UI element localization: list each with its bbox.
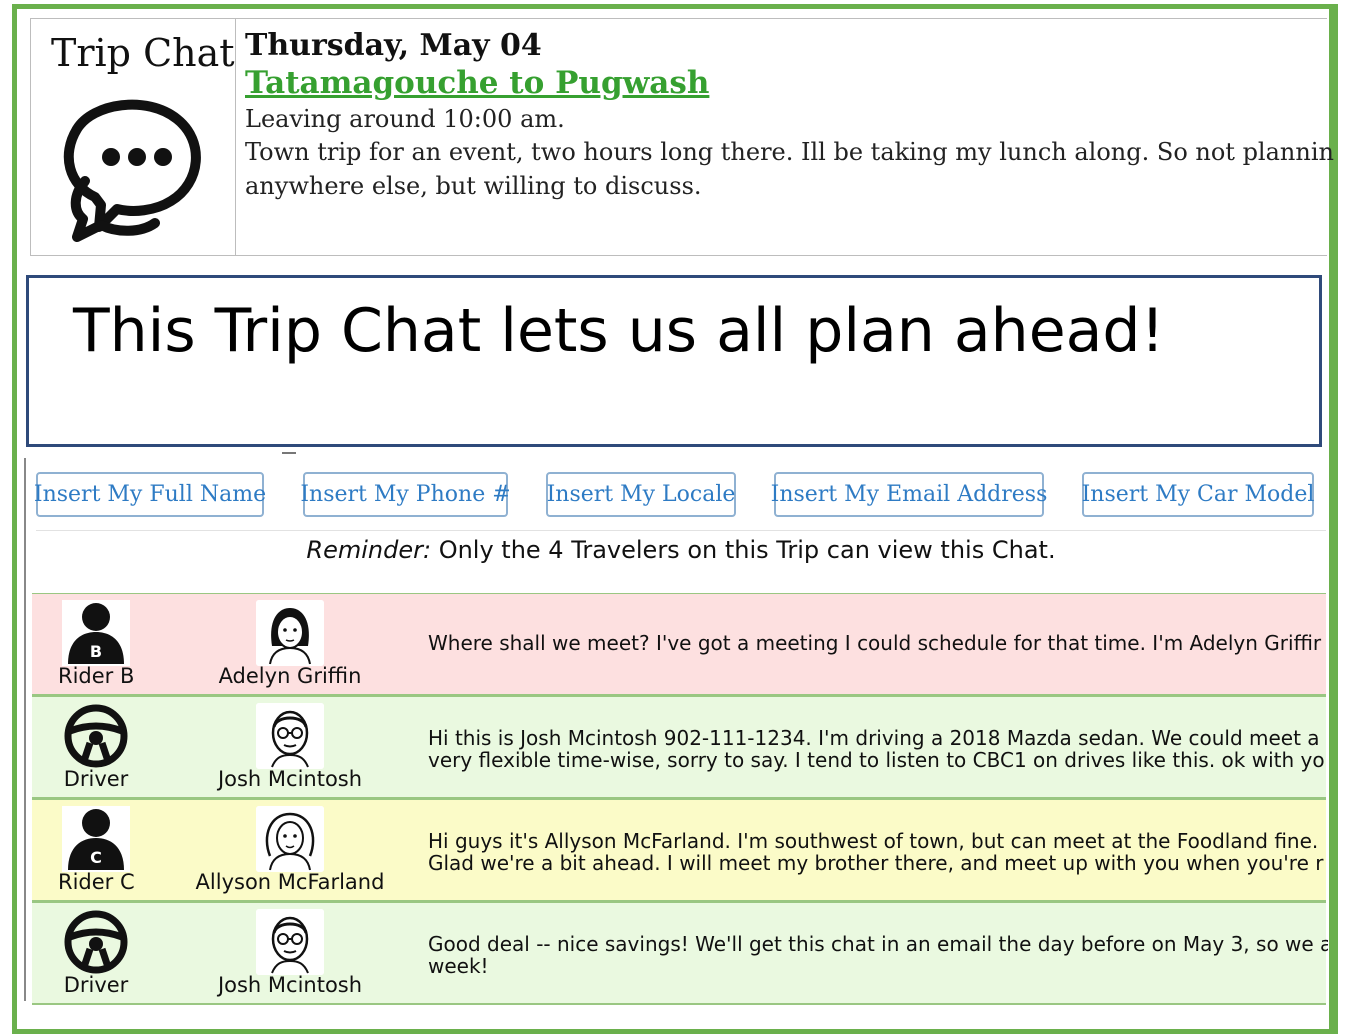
insert-phone-button[interactable]: Insert My Phone # [300, 472, 511, 517]
woman-avatar-icon [256, 600, 324, 666]
trip-header: Trip Chat Thursday, May 04 Tatamagouche … [30, 18, 1334, 256]
trip-description-line-1: Town trip for an event, two hours long t… [245, 138, 1334, 166]
insert-full-name-button[interactable]: Insert My Full Name [34, 472, 266, 517]
chat-message-list: B Rider B Adelyn Griffin Where shall we … [32, 593, 1328, 1013]
insert-car-model-button[interactable]: Insert My Car Model [1082, 472, 1314, 517]
rider-b-icon: B [62, 600, 130, 666]
trip-info: Thursday, May 04 Tatamagouche to Pugwash… [245, 27, 1334, 203]
trip-leaving-time: Leaving around 10:00 am. [245, 105, 565, 133]
insert-email-button[interactable]: Insert My Email Address [771, 472, 1047, 517]
user-name: Josh Mcintosh [217, 973, 363, 997]
message-text-line-1: Where shall we meet? I've got a meeting … [428, 632, 1322, 655]
message-text-line-2: Glad we're a bit ahead. I will meet my b… [428, 852, 1324, 875]
svg-text:B: B [90, 642, 102, 661]
message-text-line-1: Hi guys it's Allyson McFarland. I'm sout… [428, 830, 1319, 853]
reminder-prefix: Reminder: [306, 536, 432, 564]
message-text-line-1: Hi this is Josh Mcintosh 902-111-1234. I… [428, 727, 1320, 750]
chat-message-row: C Rider C Allyson McFarland Hi guys it's… [32, 799, 1326, 902]
chat-message-row: Driver Josh Mcintosh Good deal -- nice s… [32, 902, 1328, 1005]
insert-locale-button[interactable]: Insert My Locale [546, 472, 736, 517]
role-label: Rider C [58, 870, 135, 894]
chat-message-row: B Rider B Adelyn Griffin Where shall we … [32, 593, 1326, 696]
logo-cell: Trip Chat [31, 19, 236, 255]
user-name: Josh Mcintosh [217, 767, 363, 791]
trip-description-line-2: anywhere else, but willing to discuss. [245, 172, 702, 200]
man-glasses-avatar-icon [256, 703, 324, 769]
message-text-line-2: week! [428, 955, 489, 978]
steering-wheel-icon [64, 704, 128, 768]
left-divider [24, 458, 26, 1001]
trip-route-link[interactable]: Tatamagouche to Pugwash [245, 65, 1325, 101]
banner-text: This Trip Chat lets us all plan ahead! [73, 296, 1165, 366]
trip-date: Thursday, May 04 [245, 28, 542, 63]
user-name: Adelyn Griffin [218, 664, 362, 688]
reminder-notice: Reminder: Only the 4 Travelers on this T… [36, 530, 1326, 589]
app-title: Trip Chat [51, 31, 235, 75]
user-name: Allyson McFarland [195, 870, 385, 894]
role-label: Driver [63, 767, 129, 791]
resize-tick [282, 452, 296, 454]
woman-curly-avatar-icon [256, 806, 324, 872]
role-label: Rider B [58, 664, 135, 688]
man-glasses-avatar-icon [256, 909, 324, 975]
steering-wheel-icon [64, 910, 128, 974]
rider-c-icon: C [62, 806, 130, 872]
chat-message-row: Driver Josh Mcintosh Hi this is Josh Mci… [32, 696, 1326, 799]
reminder-text: Only the 4 Travelers on this Trip can vi… [431, 536, 1056, 564]
message-text-line-1: Good deal -- nice savings! We'll get thi… [428, 933, 1328, 956]
chat-input-banner[interactable]: This Trip Chat lets us all plan ahead! [26, 275, 1322, 447]
svg-text:C: C [90, 848, 102, 867]
role-label: Driver [63, 973, 129, 997]
chat-bubbles-icon [63, 99, 201, 242]
message-text-line-2: very flexible time-wise, sorry to say. I… [428, 749, 1325, 772]
